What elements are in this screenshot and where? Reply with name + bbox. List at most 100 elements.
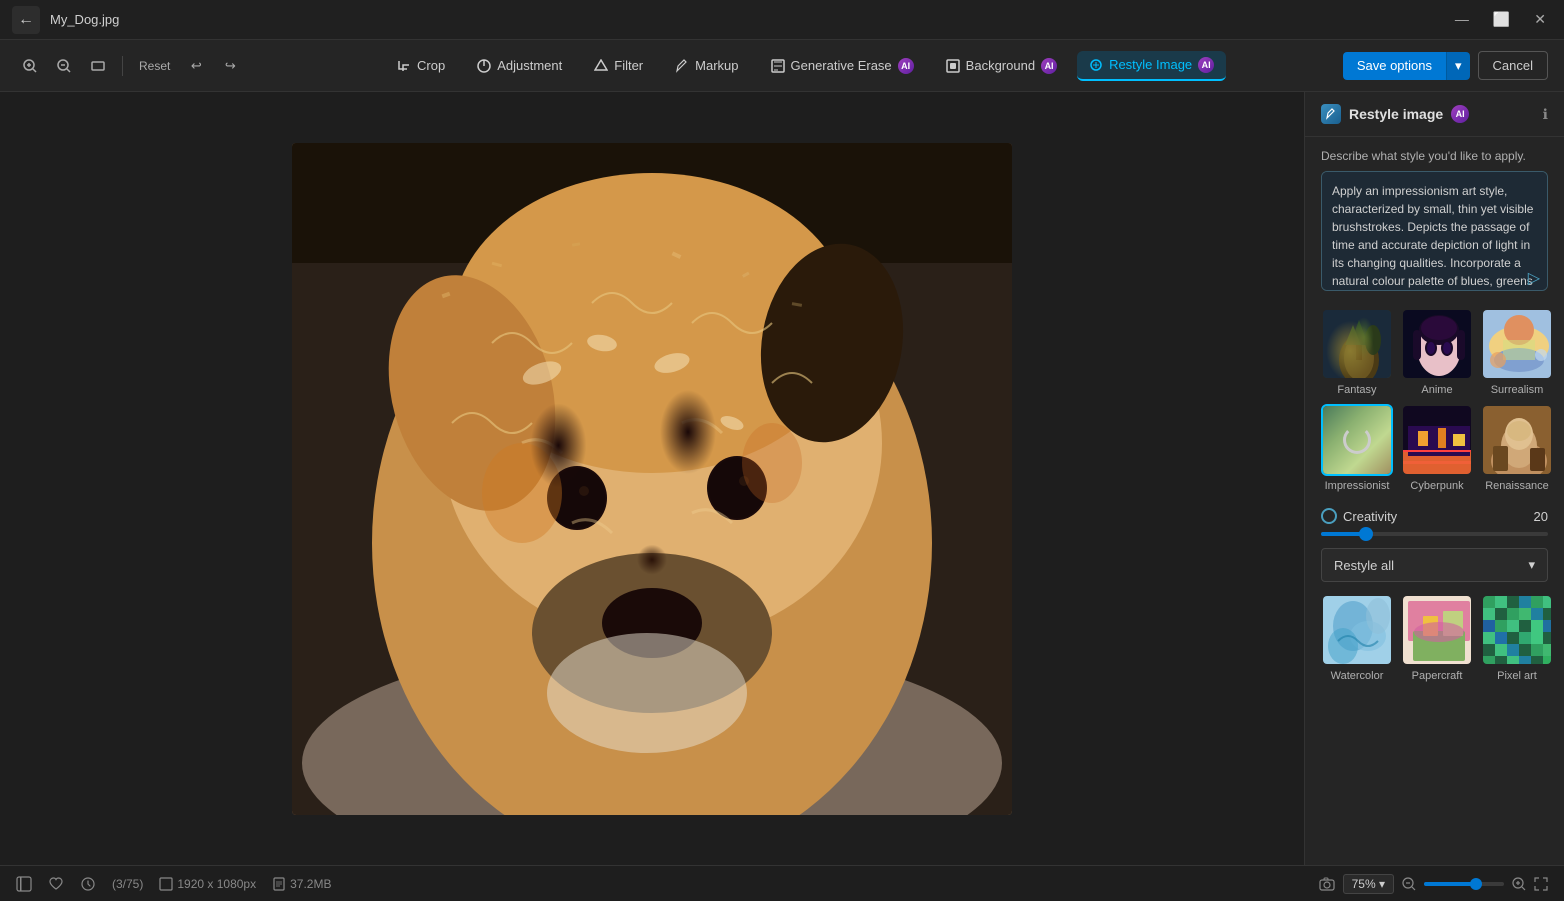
creativity-label-group: Creativity (1321, 508, 1397, 524)
zoom-controls: 75% ▾ (1319, 874, 1548, 894)
markup-tool[interactable]: Markup (663, 52, 750, 79)
zoom-slider-thumb[interactable] (1470, 878, 1482, 890)
window-controls: — ⬜ ✕ (1449, 9, 1552, 30)
restyle-ai-badge: AI (1198, 57, 1214, 73)
style-item-renaissance[interactable]: Renaissance (1481, 404, 1553, 492)
background-tool[interactable]: Background AI (934, 52, 1069, 80)
style-item-cyberpunk[interactable]: Cyberpunk (1401, 404, 1473, 492)
zoom-in-status-icon (1512, 877, 1526, 891)
chevron-down-icon: ▾ (1528, 557, 1535, 573)
panel-content: Describe what style you'd like to apply.… (1305, 137, 1564, 865)
renaissance-thumb-art (1483, 406, 1553, 476)
redo-button[interactable]: ↪ (216, 52, 244, 80)
pixelart-label: Pixel art (1497, 670, 1537, 682)
impressionist-thumb (1321, 404, 1393, 476)
loading-spinner (1343, 426, 1371, 454)
heart-icon (48, 876, 64, 892)
papercraft-thumb-art (1403, 596, 1473, 666)
watercolor-thumb-art (1323, 596, 1393, 666)
zoom-in-status[interactable] (1512, 877, 1526, 891)
save-options-group: Save options ▾ (1343, 52, 1470, 80)
restyle-all-dropdown[interactable]: Restyle all ▾ (1321, 548, 1548, 582)
style-item-watercolor[interactable]: Watercolor (1321, 594, 1393, 682)
dog-painting-overlay (292, 143, 1012, 815)
panel-ai-badge: AI (1451, 105, 1469, 123)
cyberpunk-thumb (1401, 404, 1473, 476)
frame-info: (3/75) (112, 877, 143, 891)
fantasy-label: Fantasy (1337, 384, 1376, 396)
statusbar: (3/75) 1920 x 1080px 37.2MB 75% ▾ (0, 865, 1564, 901)
cancel-button[interactable]: Cancel (1478, 51, 1548, 80)
creativity-header: Creativity 20 (1321, 508, 1548, 524)
file-size: 37.2MB (290, 877, 331, 891)
style-item-anime[interactable]: Anime (1401, 308, 1473, 396)
image-dimensions: 1920 x 1080px (177, 877, 256, 891)
style-text-input[interactable]: Apply an impressionism art style, charac… (1321, 171, 1548, 291)
watercolor-label: Watercolor (1331, 670, 1384, 682)
crop-tool[interactable]: Crop (385, 52, 457, 79)
file-size-icon (272, 877, 286, 891)
fantasy-thumb-art (1323, 310, 1393, 380)
clock-icon (80, 876, 96, 892)
style-input-container: Apply an impressionism art style, charac… (1321, 171, 1548, 296)
restyle-all-label: Restyle all (1334, 558, 1394, 573)
toolbar-divider (122, 56, 123, 76)
minimize-button[interactable]: — (1449, 9, 1475, 30)
screenshot-button[interactable] (1319, 876, 1335, 892)
history-button[interactable] (80, 876, 96, 892)
save-options-dropdown-button[interactable]: ▾ (1446, 52, 1470, 80)
generative-erase-label: Generative Erase (791, 58, 892, 73)
style-item-surrealism[interactable]: Surrealism (1481, 308, 1553, 396)
main-area: Restyle image AI ℹ Describe what style y… (0, 92, 1564, 865)
toolbar-right: Save options ▾ Cancel (1343, 51, 1548, 80)
panel-toggle-icon (16, 876, 32, 892)
style-grid-middle: Impressionist (1321, 404, 1548, 492)
cyberpunk-label: Cyberpunk (1410, 480, 1463, 492)
renaissance-thumb (1481, 404, 1553, 476)
adjustment-label: Adjustment (497, 58, 562, 73)
adjustment-tool[interactable]: Adjustment (465, 52, 574, 79)
filesize-info: 37.2MB (272, 877, 331, 891)
generative-erase-tool[interactable]: Generative Erase AI (759, 52, 926, 80)
style-item-pixelart[interactable]: Pixel art (1481, 594, 1553, 682)
zoom-out-status[interactable] (1402, 877, 1416, 891)
markup-label: Markup (695, 58, 738, 73)
filter-label: Filter (614, 58, 643, 73)
zoom-out-button[interactable] (50, 52, 78, 80)
surrealism-thumb-art (1483, 310, 1553, 380)
window-title: My_Dog.jpg (50, 12, 119, 27)
background-label: Background (966, 58, 1035, 73)
reset-button[interactable]: Reset (133, 52, 176, 80)
send-icon[interactable]: ▷ (1528, 268, 1540, 288)
creativity-icon (1321, 508, 1337, 524)
creativity-slider[interactable] (1321, 532, 1548, 536)
save-options-button[interactable]: Save options (1343, 52, 1446, 80)
surrealism-label: Surrealism (1491, 384, 1544, 396)
close-button[interactable]: ✕ (1528, 9, 1552, 30)
style-item-impressionist[interactable]: Impressionist (1321, 404, 1393, 492)
restyle-image-tool[interactable]: Restyle Image AI (1077, 51, 1226, 81)
back-button[interactable]: ← (12, 6, 40, 34)
titlebar: ← My_Dog.jpg — ⬜ ✕ (0, 0, 1564, 40)
creativity-slider-thumb[interactable] (1359, 527, 1373, 541)
zoom-percentage: 75% (1352, 877, 1376, 891)
aspect-ratio-button[interactable] (84, 52, 112, 80)
fullscreen-button[interactable] (1534, 877, 1548, 891)
info-icon[interactable]: ℹ (1543, 106, 1548, 123)
style-item-papercraft[interactable]: Papercraft (1401, 594, 1473, 682)
undo-button[interactable]: ↩ (182, 52, 210, 80)
toolbar-left: Reset ↩ ↪ (16, 52, 244, 80)
panel-toggle[interactable] (16, 876, 32, 892)
generative-erase-ai-badge: AI (898, 58, 914, 74)
pixelart-thumb (1481, 594, 1553, 666)
zoom-value-display[interactable]: 75% ▾ (1343, 874, 1394, 894)
favorite-button[interactable] (48, 876, 64, 892)
zoom-slider-fill (1424, 882, 1472, 886)
style-item-fantasy[interactable]: Fantasy (1321, 308, 1393, 396)
zoom-in-button[interactable] (16, 52, 44, 80)
creativity-value: 20 (1534, 509, 1548, 524)
filter-tool[interactable]: Filter (582, 52, 655, 79)
zoom-slider[interactable] (1424, 882, 1504, 886)
maximize-button[interactable]: ⬜ (1487, 9, 1516, 30)
dimensions-icon (159, 877, 173, 891)
